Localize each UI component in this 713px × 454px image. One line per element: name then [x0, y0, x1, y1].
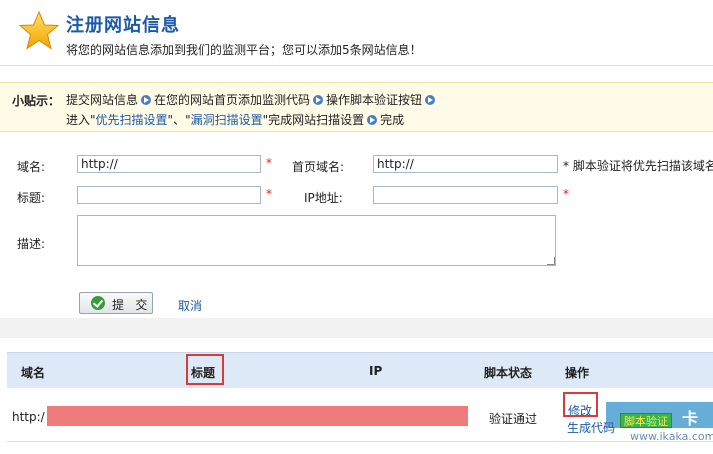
highlight-box	[186, 354, 224, 385]
description-label: 描述:	[17, 237, 46, 251]
script-verify-button[interactable]: 脚本验证	[620, 413, 672, 428]
page-title: 注册网站信息	[66, 15, 180, 36]
home-domain-input[interactable]	[373, 155, 558, 173]
row-domain: http:/	[12, 410, 45, 424]
section-divider	[0, 318, 713, 338]
ip-input[interactable]	[373, 186, 558, 204]
priority-scan-settings-link[interactable]: 优先扫描设置	[96, 113, 168, 127]
watermark-text: 卡	[682, 409, 699, 428]
tip-text: "、"	[167, 113, 191, 127]
arrow-right-icon	[425, 95, 436, 105]
title-label: 标题:	[17, 191, 46, 205]
submit-button[interactable]: 提 交	[79, 292, 153, 314]
domain-input[interactable]	[77, 155, 261, 173]
required-mark: *	[266, 156, 272, 170]
tip-step-1: 提交网站信息	[66, 93, 139, 107]
column-ip: IP	[369, 364, 383, 378]
tips-settings: 进入"优先扫描设置"、"漏洞扫描设置"完成网站扫描设置 完成	[66, 111, 404, 128]
column-domain: 域名	[21, 366, 46, 380]
arrow-right-icon	[313, 95, 324, 105]
vuln-scan-settings-link[interactable]: 漏洞扫描设置	[191, 113, 263, 127]
cancel-link[interactable]: 取消	[178, 297, 202, 314]
required-mark: *	[266, 187, 272, 201]
row-status: 验证通过	[489, 412, 538, 426]
domain-label: 域名:	[17, 160, 46, 174]
tip-text: "完成网站扫描设置	[262, 113, 365, 127]
column-script-status: 脚本状态	[484, 366, 533, 380]
arrow-right-icon	[141, 95, 152, 105]
home-domain-note: * 脚本验证将优先扫描该域名	[563, 159, 713, 173]
table-header: 域名 标题 IP 脚本状态 操作	[7, 352, 713, 388]
title-input[interactable]	[77, 186, 261, 204]
arrow-right-icon	[367, 115, 378, 125]
redacted-block	[47, 406, 468, 426]
ip-label: IP地址:	[304, 191, 343, 205]
tip-text: 进入"	[66, 113, 96, 127]
star-icon	[18, 10, 60, 50]
tips-title: 小贴示：	[12, 94, 61, 108]
column-actions: 操作	[565, 366, 590, 380]
tip-step-3: 操作脚本验证按钮	[326, 93, 423, 107]
tip-step-2: 在您的网站首页添加监测代码	[154, 93, 311, 107]
highlight-box	[563, 392, 598, 417]
generate-code-link[interactable]: 生成代码	[567, 419, 615, 436]
tips-panel: 小贴示： 提交网站信息 在您的网站首页添加监测代码 操作脚本验证按钮 进入"优先扫描…	[0, 82, 713, 132]
resize-handle-icon[interactable]	[547, 257, 555, 265]
tip-text: 完成	[380, 113, 405, 127]
tips-steps: 提交网站信息 在您的网站首页添加监测代码 操作脚本验证按钮	[66, 91, 438, 108]
row-divider	[7, 441, 713, 442]
home-domain-label: 首页域名:	[292, 160, 345, 174]
description-textarea[interactable]	[77, 215, 556, 266]
page-subtitle: 将您的网站信息添加到我们的监测平台；您可以添加5条网站信息！	[66, 43, 422, 57]
required-mark: *	[563, 187, 569, 201]
page-header: 注册网站信息 将您的网站信息添加到我们的监测平台；您可以添加5条网站信息！	[0, 0, 713, 66]
checkmark-icon	[91, 296, 105, 310]
submit-label: 提 交	[112, 298, 152, 312]
description-wrapper	[77, 215, 556, 266]
